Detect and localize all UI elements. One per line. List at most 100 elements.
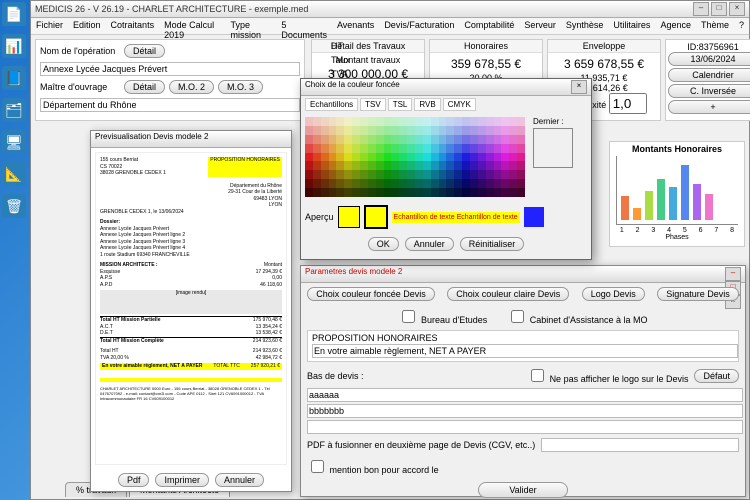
- ht-label: HT: [331, 41, 381, 51]
- detail-button[interactable]: Détail: [124, 44, 165, 58]
- menu-item[interactable]: Edition: [68, 18, 106, 34]
- sample-text: Echantillon de texte Echantillon de text…: [392, 212, 520, 223]
- date-button[interactable]: 13/06/2024: [668, 52, 750, 66]
- r: 13 538,42 €: [256, 330, 282, 337]
- operation-panel: Nom de l'opération Détail Maître d'ouvra…: [35, 39, 305, 121]
- chart-xlabel: Phases: [612, 234, 742, 241]
- desktop-icon[interactable]: 📊: [2, 34, 26, 58]
- mo3-button[interactable]: M.O. 3: [218, 80, 263, 94]
- cancel-button[interactable]: Annuler: [405, 237, 454, 251]
- r: 214 923,60 €: [253, 338, 282, 345]
- r: D.E.T: [100, 330, 113, 337]
- detail-button[interactable]: Détail: [124, 80, 165, 94]
- recent-label: Dernier :: [533, 117, 564, 126]
- close-button[interactable]: ×: [729, 2, 745, 16]
- menu-item[interactable]: Thème: [696, 18, 734, 34]
- cancel-button[interactable]: Annuler: [215, 473, 264, 487]
- preview-render-image: [image rendu]: [100, 290, 282, 314]
- maximize-button[interactable]: □: [711, 2, 727, 16]
- desktop-icon[interactable]: 🗂: [2, 98, 26, 122]
- env-value: 3 659 678,55 €: [554, 55, 654, 73]
- color-title: Choix de la couleur foncée: [305, 80, 400, 94]
- cinversee-button[interactable]: C. Inversée: [668, 84, 750, 98]
- pdf-merge-input[interactable]: [541, 438, 739, 452]
- hono-title: Honoraires: [430, 40, 542, 53]
- complex-input[interactable]: [609, 93, 647, 114]
- minimize-button[interactable]: –: [693, 2, 709, 16]
- right-column: ID:83756961 13/06/2024 Calendrier C. Inv…: [665, 39, 750, 121]
- titlebar: MEDICIS 26 - V 26.19 - CHARLET ARCHITECT…: [31, 1, 749, 18]
- yellow-swatch: [364, 205, 388, 229]
- preview-footer: CHARLET ARCHITECTURE 0000 Euro - 155 cou…: [100, 386, 282, 402]
- color-tab[interactable]: RVB: [414, 98, 440, 111]
- print-button[interactable]: Imprimer: [155, 473, 209, 487]
- menu-item[interactable]: Fichier: [31, 18, 68, 34]
- defaut-button[interactable]: Défaut: [694, 369, 739, 383]
- bureau-checkbox[interactable]: Bureau d'Etudes: [398, 307, 487, 326]
- id-label: ID:83756961: [668, 42, 750, 52]
- desktop-icon[interactable]: 📄: [2, 2, 26, 26]
- recent-swatch[interactable]: [533, 128, 573, 168]
- menu-item[interactable]: Agence: [655, 18, 696, 34]
- choix-foncee-button[interactable]: Choix couleur foncée Devis: [307, 287, 435, 301]
- r: TOTAL TTC: [213, 363, 239, 370]
- r: TVA 20,00 %: [100, 355, 129, 362]
- close-button[interactable]: ×: [571, 80, 587, 94]
- net-input[interactable]: [312, 344, 738, 358]
- color-tab[interactable]: TSV: [360, 98, 386, 111]
- desktop-icon[interactable]: 📘: [2, 66, 26, 90]
- r: En votre aimable règlement, NET A PAYER: [102, 363, 203, 370]
- menu-item[interactable]: Utilitaires: [608, 18, 655, 34]
- menu-item[interactable]: Avenants: [332, 18, 379, 34]
- nologo-checkbox[interactable]: Ne pas afficher le logo sur le Devis: [527, 366, 688, 385]
- menu-item[interactable]: Mode Calcul 2019: [159, 18, 225, 34]
- ok-button[interactable]: OK: [368, 237, 399, 251]
- color-swatches[interactable]: [305, 117, 525, 197]
- menu-item[interactable]: ?: [734, 18, 749, 34]
- blue-swatch: [524, 207, 544, 227]
- honoraires-chart: Montants Honoraires 12345678 Phases: [609, 141, 745, 247]
- minimize-button[interactable]: –: [725, 267, 741, 281]
- preview-d: 1 route Stadium 69340 FRANCHEVILLE: [100, 252, 282, 259]
- valider-button[interactable]: Valider: [478, 482, 567, 498]
- desktop-icon[interactable]: 🖥: [2, 130, 26, 154]
- mo2-button[interactable]: M.O. 2: [169, 80, 214, 94]
- mo-input[interactable]: [40, 98, 300, 112]
- menu-item[interactable]: 5 Documents: [276, 18, 332, 34]
- menu-item[interactable]: Synthèse: [561, 18, 609, 34]
- menu-item[interactable]: Devis/Facturation: [379, 18, 459, 34]
- bas-input-a[interactable]: [307, 388, 743, 402]
- menubar: Fichier Edition Cotraitants Mode Calcul …: [31, 18, 749, 35]
- bas-label: Bas de devis :: [307, 371, 364, 381]
- desktop-icon[interactable]: 🗑: [2, 194, 26, 218]
- pdf-button[interactable]: Pdf: [118, 473, 150, 487]
- color-tab[interactable]: Echantillons: [305, 98, 358, 111]
- signature-button[interactable]: Signature Devis: [657, 287, 739, 301]
- section-title: PROPOSITION HONORAIRES: [312, 333, 734, 343]
- reset-button[interactable]: Réinitialiser: [460, 237, 525, 251]
- preview-city: 38028 GRENOBLE CEDEX 1: [100, 170, 166, 177]
- desktop-icon[interactable]: 📐: [2, 162, 26, 186]
- bas-input-b[interactable]: [307, 404, 743, 418]
- bas-input-c[interactable]: [307, 420, 743, 434]
- cabinet-checkbox[interactable]: Cabinet d'Assistance à la MO: [507, 307, 647, 326]
- color-tab[interactable]: CMYK: [443, 98, 476, 111]
- logo-button[interactable]: Logo Devis: [582, 287, 645, 301]
- params-dialog: Parametres devis modele 2 –□× Choix coul…: [300, 265, 746, 497]
- preview-window: Previsualisation Devis modele 2 155 cour…: [90, 130, 292, 492]
- menu-item[interactable]: Serveur: [519, 18, 561, 34]
- app-title: MEDICIS 26 - V 26.19 - CHARLET ARCHITECT…: [35, 4, 308, 14]
- menu-item[interactable]: Type mission: [226, 18, 277, 34]
- menu-item[interactable]: Comptabilité: [459, 18, 519, 34]
- color-dialog: Choix de la couleur foncée × Echantillon…: [300, 78, 592, 260]
- choix-claire-button[interactable]: Choix couleur claire Devis: [447, 287, 569, 301]
- op-name-input[interactable]: [40, 62, 300, 76]
- hono-value: 359 678,55 €: [436, 55, 536, 73]
- pdf-merge-label: PDF à fusionner en deuxième page de Devi…: [307, 440, 535, 450]
- calendar-button[interactable]: Calendrier: [668, 68, 750, 82]
- color-tab[interactable]: TSL: [388, 98, 413, 111]
- mention-checkbox[interactable]: mention bon pour accord le: [307, 457, 439, 476]
- plus-button[interactable]: +: [668, 100, 750, 114]
- menu-item[interactable]: Cotraitants: [106, 18, 160, 34]
- preview-dossier-label: Dossier:: [100, 219, 120, 225]
